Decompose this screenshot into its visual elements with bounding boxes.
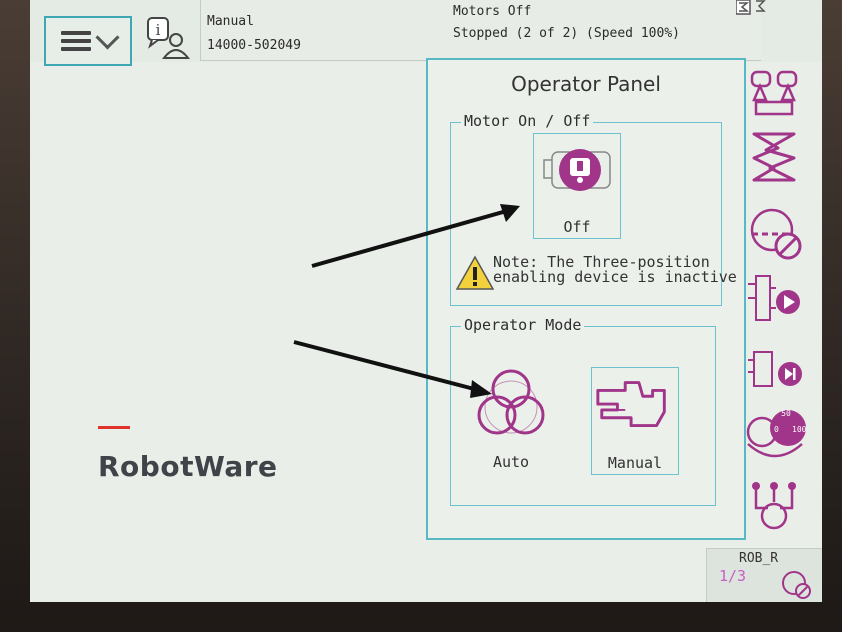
task-disabled-icon [782,571,811,599]
program-editor-icon[interactable] [746,128,804,188]
task-name-text: ROB_R [739,551,779,566]
program-state-text: Stopped (2 of 2) (Speed 100%) [453,26,680,41]
gauge-label-100: 100 [792,425,807,434]
operating-mode-text: Manual [207,14,254,29]
run-program-icon[interactable] [746,268,804,328]
robot-jog-icon[interactable] [746,62,804,122]
motor-group-label: Motor On / Off [461,112,594,130]
motion-stop-icon[interactable] [746,204,804,264]
svg-text:i: i [156,21,161,39]
manual-mode-icon [596,381,666,428]
operator-mode-group-label: Operator Mode [461,316,585,334]
annotation-arrow-motor [311,204,520,268]
chevron-down-icon [94,24,120,50]
brand-accent-line [98,426,130,429]
auto-mode-label: Auto [492,453,530,471]
task-status-area[interactable]: ROB_R 1/3 [706,548,822,602]
event-log-icon[interactable]: i [146,16,190,62]
task-fraction-text: 1/3 [719,567,747,585]
controller-id-text: 14000-502049 [207,38,301,53]
top-bar: i Manual 14000-502049 Motors Off Stopped… [30,0,822,66]
speed-gauge-icon[interactable]: 50 0 100 [742,404,808,464]
task-selection-icon[interactable] [746,478,804,538]
step-program-icon[interactable] [746,346,804,406]
robotware-logo-text: RobotWare [98,450,278,483]
status-panel[interactable]: Manual 14000-502049 Motors Off Stopped (… [200,0,761,61]
manual-mode-button[interactable]: Manual [591,367,679,475]
hamburger-icon [60,31,91,51]
motor-off-label: Off [563,218,591,236]
flexpendant-screen: i Manual 14000-502049 Motors Off Stopped… [30,0,822,602]
motor-off-button[interactable]: Off [533,133,621,239]
main-menu-button[interactable] [44,16,132,66]
operator-panel-title: Operator Panel [511,72,661,96]
gauge-label-0: 0 [774,425,779,434]
operator-panel: Operator Panel Motor On / Off Off Note: … [426,58,746,540]
quick-status-icons [736,0,766,15]
motors-state-text: Motors Off [453,4,532,19]
annotation-arrow-auto [293,340,492,398]
motor-off-icon [543,149,611,191]
gauge-label-50: 50 [781,409,791,418]
manual-mode-label: Manual [607,454,663,472]
